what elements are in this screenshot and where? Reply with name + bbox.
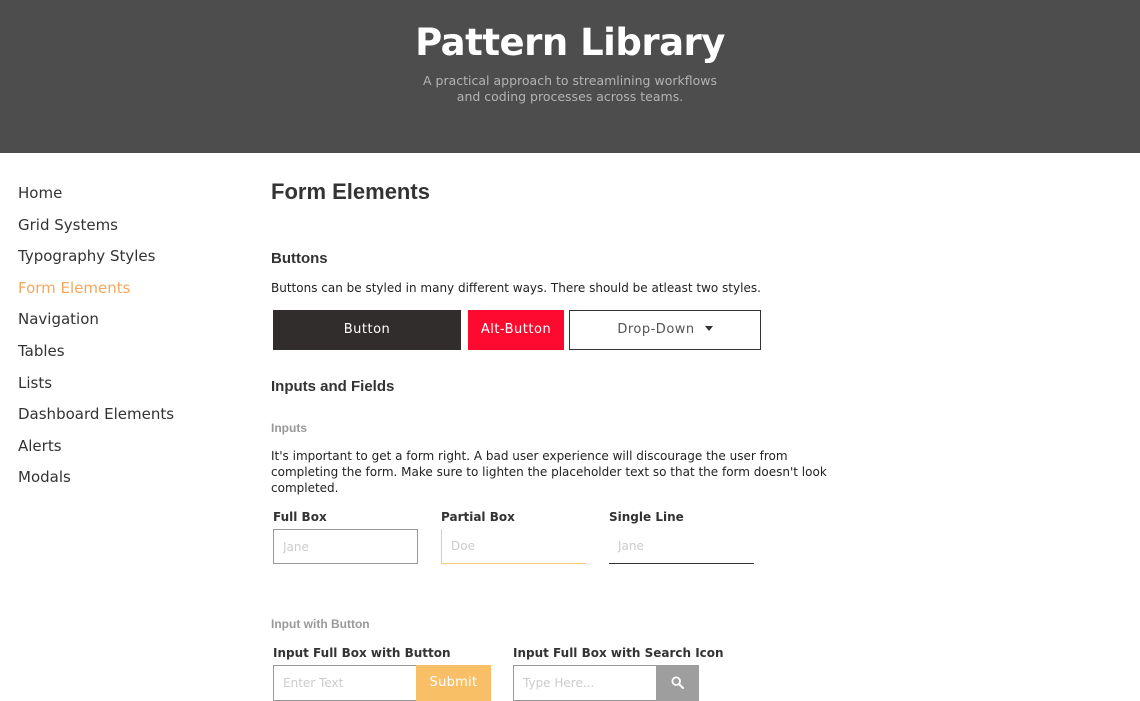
dropdown-button-label: Drop-Down (617, 322, 695, 337)
sidebar-item-dashboard-elements[interactable]: Dashboard Elements (18, 399, 174, 431)
submit-button-label: Submit (429, 675, 478, 690)
search-icon (671, 676, 684, 689)
search-button[interactable] (656, 665, 699, 701)
site-subtitle-line-1: A practical approach to streamlining wor… (423, 73, 717, 88)
site-subtitle-line-2: and coding processes across teams. (456, 89, 684, 104)
sidebar-item-typography-styles[interactable]: Typography Styles (18, 241, 174, 273)
single-line-input[interactable] (609, 529, 754, 564)
inputs-description-line-2: completing the form. Make sure to lighte… (271, 465, 827, 479)
input-with-button-subtitle: Input with Button (271, 617, 370, 631)
inputs-description-line-1: It's important to get a form right. A ba… (271, 449, 788, 463)
sidebar-item-home[interactable]: Home (18, 178, 174, 210)
inputs-subtitle: Inputs (271, 421, 307, 435)
primary-button-label: Button (343, 322, 391, 337)
site-title: Pattern Library (415, 21, 725, 64)
caret-down-icon (704, 326, 713, 331)
inputs-description-line-3: completed. (271, 481, 339, 495)
site-subtitle: A practical approach to streamlining wor… (0, 73, 1140, 105)
buttons-section-title: Buttons (271, 250, 328, 267)
full-box-input[interactable] (273, 529, 418, 564)
sidebar-item-navigation[interactable]: Navigation (18, 304, 174, 336)
sidebar-item-lists[interactable]: Lists (18, 368, 174, 400)
input-with-button-field[interactable] (273, 665, 417, 701)
sidebar-item-alerts[interactable]: Alerts (18, 431, 174, 463)
sidebar-item-tables[interactable]: Tables (18, 336, 174, 368)
full-box-label: Full Box (273, 510, 327, 524)
inputs-description: It's important to get a form right. A ba… (271, 448, 827, 496)
sidebar-nav: Home Grid Systems Typography Styles Form… (18, 178, 174, 494)
inputs-section-title: Inputs and Fields (271, 378, 395, 395)
buttons-description: Buttons can be styled in many different … (271, 281, 761, 295)
alt-button-label: Alt-Button (480, 322, 552, 337)
alt-button[interactable]: Alt-Button (468, 310, 564, 350)
single-line-label: Single Line (609, 510, 684, 524)
site-header: Pattern Library A practical approach to … (0, 0, 1140, 153)
partial-box-label: Partial Box (441, 510, 515, 524)
input-search-label: Input Full Box with Search Icon (513, 646, 724, 660)
page-title: Form Elements (271, 179, 430, 204)
sidebar-item-form-elements[interactable]: Form Elements (18, 273, 174, 305)
sidebar-item-modals[interactable]: Modals (18, 462, 174, 494)
input-button-label: Input Full Box with Button (273, 646, 451, 660)
primary-button[interactable]: Button (273, 310, 461, 350)
search-input[interactable] (513, 665, 657, 701)
submit-button[interactable]: Submit (416, 665, 491, 701)
partial-box-input[interactable] (441, 529, 586, 564)
dropdown-button[interactable]: Drop-Down (569, 310, 761, 350)
sidebar-item-grid-systems[interactable]: Grid Systems (18, 210, 174, 242)
